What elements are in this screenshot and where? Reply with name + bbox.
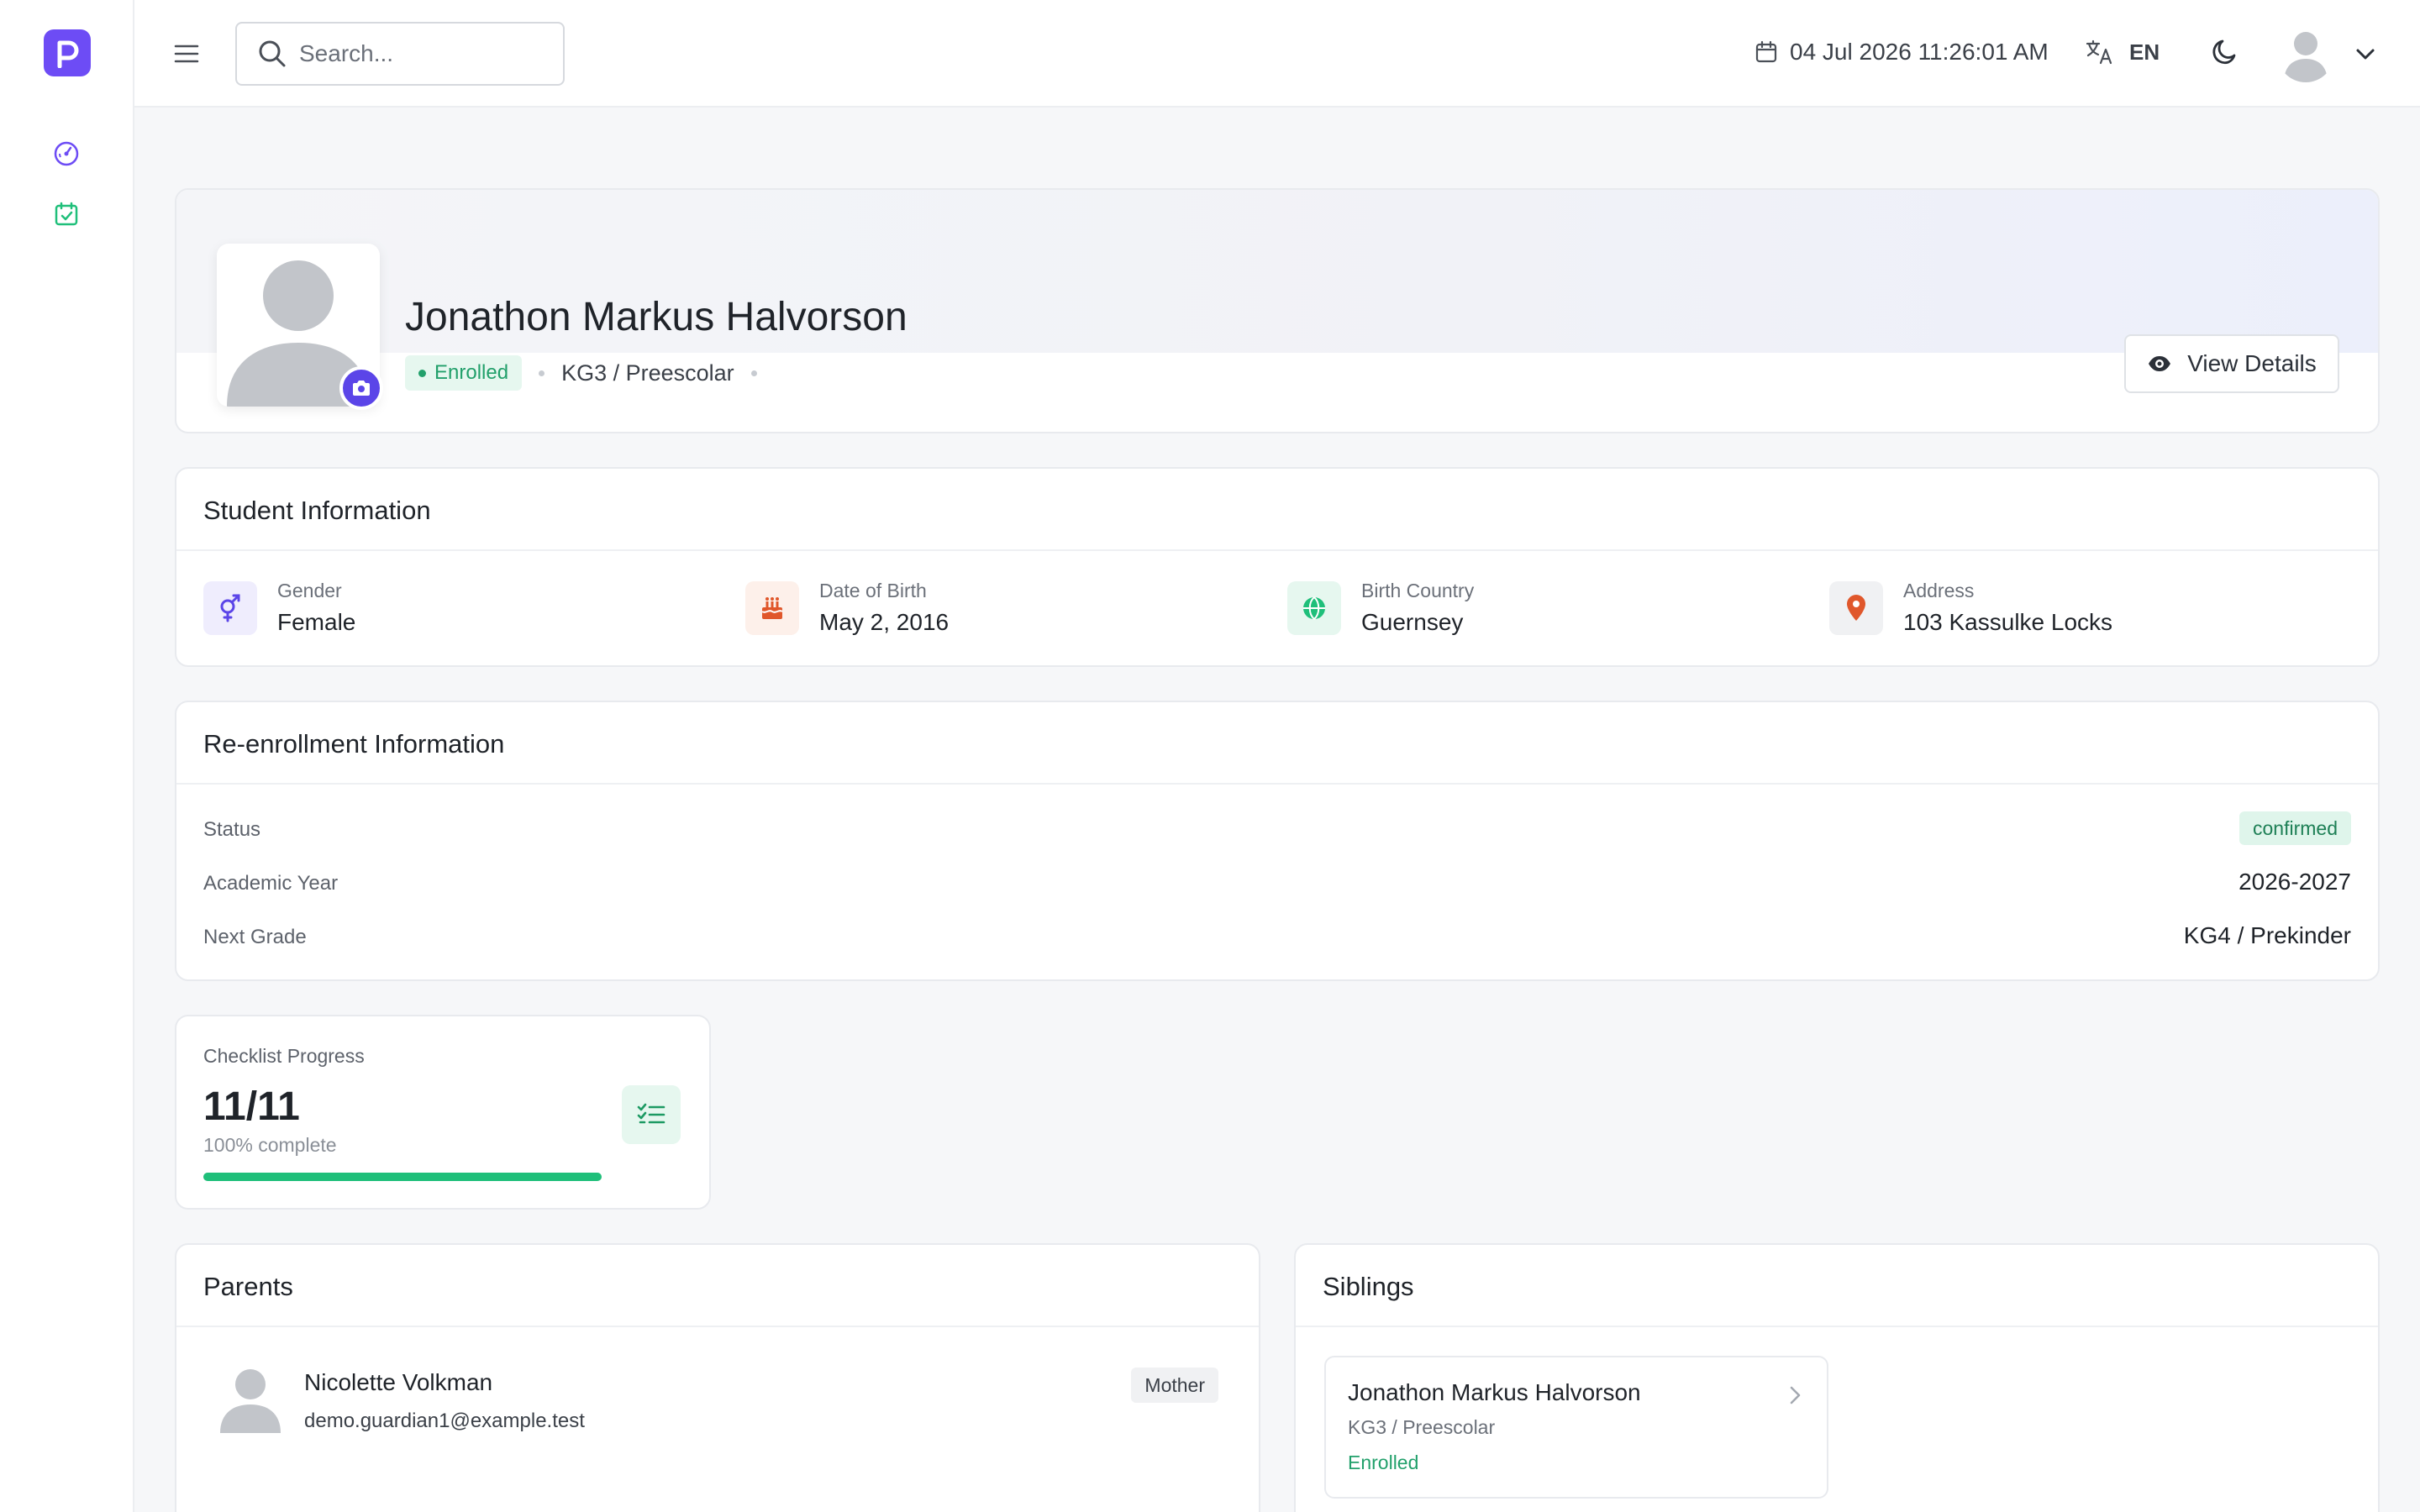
gender-icon — [203, 580, 257, 635]
dark-mode-toggle-icon[interactable] — [2208, 37, 2242, 71]
globe-icon — [1287, 580, 1341, 635]
status-label: Status — [203, 818, 261, 841]
profile-card: Jonathon Markus Halvorson Enrolled KG3 /… — [175, 188, 2380, 433]
divider — [1296, 1326, 2378, 1327]
parents-card: Parents Nicolette Volkman demo.guardian1… — [175, 1243, 1260, 1512]
datetime-display: 04 Jul 2026 11:26:01 AM — [1754, 35, 2049, 69]
sibling-item[interactable]: Jonathon Markus Halvorson KG3 / Preescol… — [1324, 1356, 1828, 1499]
confirmed-badge: confirmed — [2239, 811, 2351, 845]
status-badge: Enrolled — [405, 355, 523, 391]
chevron-right-icon[interactable] — [1785, 1383, 1805, 1408]
camera-icon — [353, 381, 370, 396]
top-header: 04 Jul 2026 11:26:01 AM EN — [134, 0, 2420, 108]
progress-fill — [203, 1173, 602, 1181]
checklist-label: Checklist Progress — [203, 1045, 365, 1067]
student-name: Jonathon Markus Halvorson — [405, 295, 908, 339]
section-title: Parents — [203, 1272, 293, 1301]
info-value: Female — [277, 609, 356, 635]
academic-year-label: Academic Year — [203, 872, 339, 895]
sidebar — [0, 0, 134, 1512]
checklist-icon — [622, 1085, 681, 1144]
parent-avatar — [218, 1366, 282, 1433]
language-label: EN — [2129, 39, 2160, 65]
dashboard-icon[interactable] — [52, 139, 81, 168]
chevron-down-icon[interactable] — [2354, 46, 2376, 61]
relation-badge: Mother — [1131, 1368, 1218, 1403]
section-title: Siblings — [1323, 1272, 1414, 1301]
status-text: Enrolled — [434, 361, 509, 384]
checklist-progress-bar — [203, 1173, 602, 1181]
info-value: 103 Kassulke Locks — [1903, 609, 2113, 635]
parent-email: demo.guardian1@example.test — [304, 1410, 585, 1432]
user-avatar[interactable] — [2277, 25, 2334, 82]
status-dot-icon — [418, 369, 426, 377]
info-value: May 2, 2016 — [819, 609, 950, 635]
app-logo[interactable] — [44, 29, 91, 76]
siblings-card: Siblings Jonathon Markus Halvorson KG3 /… — [1294, 1243, 2380, 1512]
divider — [176, 549, 2378, 551]
view-details-button[interactable]: View Details — [2124, 334, 2339, 393]
separator-dot — [750, 370, 757, 376]
student-meta: Enrolled KG3 / Preescolar — [405, 354, 757, 391]
menu-toggle-icon[interactable] — [171, 39, 202, 69]
section-title: Re-enrollment Information — [203, 729, 505, 759]
parent-name[interactable]: Nicolette Volkman — [304, 1369, 492, 1396]
info-label: Address — [1903, 580, 1975, 601]
datetime-text: 04 Jul 2026 11:26:01 AM — [1790, 39, 2049, 65]
eye-icon — [2149, 356, 2171, 371]
info-label: Birth Country — [1361, 580, 1475, 601]
info-value: Guernsey — [1361, 609, 1464, 635]
student-information-card: Student Information Gender Female Date o… — [175, 467, 2380, 667]
checklist-count: 11/11 — [203, 1084, 300, 1129]
sibling-status: Enrolled — [1348, 1452, 1419, 1473]
info-label: Gender — [277, 580, 342, 601]
info-label: Date of Birth — [819, 580, 927, 601]
separator-dot — [539, 370, 545, 376]
calendar-icon — [1755, 40, 1777, 63]
birthday-cake-icon — [745, 580, 799, 635]
change-photo-button[interactable] — [339, 366, 383, 410]
student-grade: KG3 / Preescolar — [561, 360, 734, 386]
logo-p-icon — [57, 40, 79, 68]
info-date-of-birth: Date of Birth May 2, 2016 — [745, 580, 949, 636]
checklist-percent: 100% complete — [203, 1134, 337, 1156]
info-address: Address 103 Kassulke Locks — [1829, 580, 2112, 636]
language-switcher[interactable]: EN — [2086, 35, 2160, 69]
search-box[interactable] — [235, 22, 565, 86]
re-enrollment-card: Re-enrollment Information Status confirm… — [175, 701, 2380, 981]
view-details-label: View Details — [2187, 350, 2317, 376]
divider — [176, 1326, 1259, 1327]
info-birth-country: Birth Country Guernsey — [1287, 580, 1474, 636]
translate-icon — [2086, 39, 2112, 65]
next-grade-value: KG4 / Prekinder — [2183, 922, 2351, 948]
search-icon — [259, 40, 286, 67]
sibling-name: Jonathon Markus Halvorson — [1348, 1379, 1641, 1405]
next-grade-label: Next Grade — [203, 926, 307, 948]
location-pin-icon — [1829, 580, 1883, 635]
checklist-progress-card[interactable]: Checklist Progress 11/11 100% complete — [175, 1015, 711, 1210]
user-menu[interactable] — [2277, 25, 2376, 82]
section-title: Student Information — [203, 496, 431, 525]
academic-year-value: 2026-2027 — [2238, 869, 2351, 895]
calendar-check-icon[interactable] — [52, 200, 81, 228]
search-input[interactable] — [299, 40, 551, 67]
info-gender: Gender Female — [203, 580, 355, 636]
divider — [176, 783, 2378, 785]
sibling-grade: KG3 / Preescolar — [1348, 1416, 1496, 1438]
